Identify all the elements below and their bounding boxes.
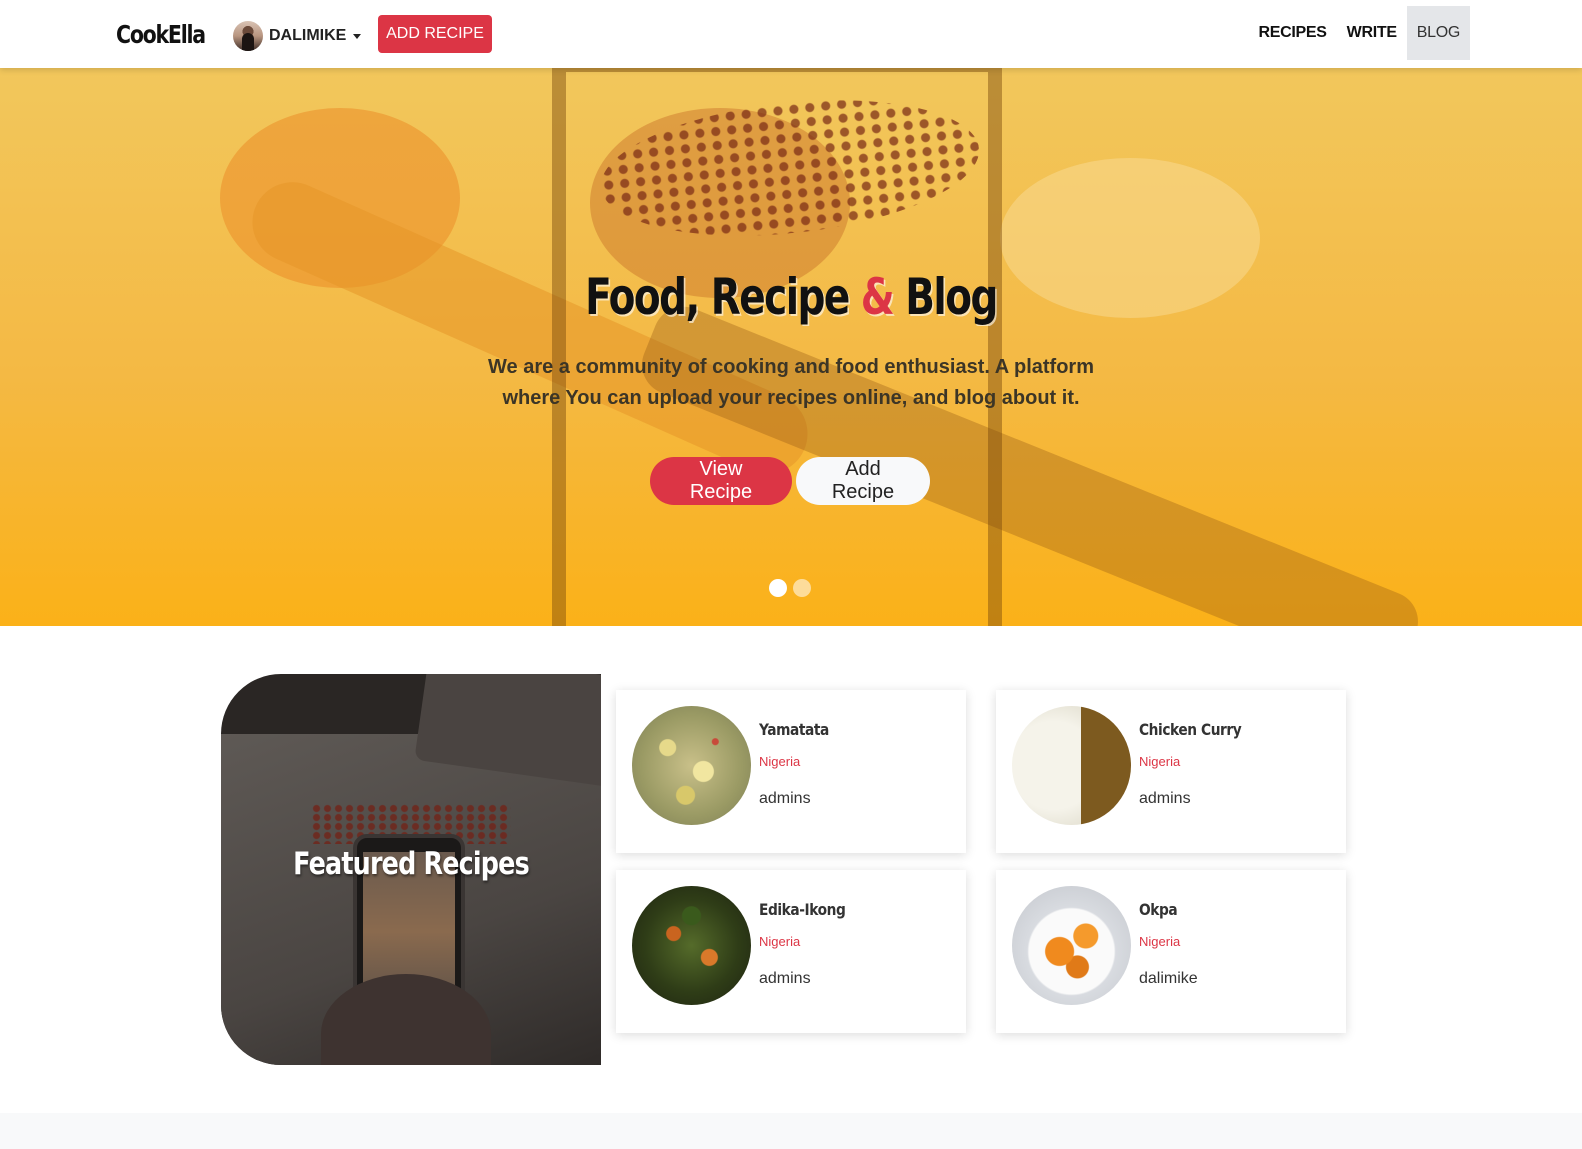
recipe-card[interactable]: Okpa Nigeria dalimike [996,870,1346,1033]
recipe-author: dalimike [1139,970,1198,987]
carousel-dot-1[interactable] [769,579,787,597]
featured-title: Featured Recipes [293,846,530,882]
recipe-thumbnail [1012,706,1131,825]
nav-link-recipes[interactable]: RECIPES [1249,6,1337,60]
hero-carousel: Food, Recipe & Blog We are a community o… [0,68,1582,626]
recipe-country: Nigeria [1139,934,1181,949]
recipe-author: admins [1139,790,1191,807]
recipe-country: Nigeria [1139,754,1181,769]
hero-subtitle: We are a community of cooking and food e… [488,356,1094,409]
recipe-card[interactable]: Yamatata Nigeria admins [616,690,966,853]
avatar [233,21,263,51]
hero-title-ampersand: & [860,268,895,326]
recipe-name: Okpa [1139,900,1178,919]
recipe-name: Yamatata [759,720,829,739]
hero-buttons: View Recipe Add Recipe [650,457,930,505]
add-recipe-button[interactable]: ADD RECIPE [378,15,492,53]
add-recipe-hero-button[interactable]: Add Recipe [796,457,930,505]
recipe-thumbnail [1012,886,1131,1005]
featured-recipes-banner: Featured Recipes [221,674,601,1065]
brand-logo[interactable]: CookElla [116,20,206,49]
hero-title-part: Blog [893,268,998,326]
recipe-thumbnail [632,706,751,825]
navbar: CookElla DALIMIKE ADD RECIPE RECIPES WRI… [0,0,1582,68]
recipe-thumbnail [632,886,751,1005]
nav-link-blog[interactable]: BLOG [1406,6,1470,60]
nav-link-write[interactable]: WRITE [1337,6,1407,60]
user-menu-dropdown[interactable]: DALIMIKE [233,21,362,51]
recipe-country: Nigeria [759,934,801,949]
footer-strip [0,1113,1582,1149]
view-recipe-button[interactable]: View Recipe [650,457,792,505]
recipe-author: admins [759,790,811,807]
recipe-author: admins [759,970,811,987]
recipe-card[interactable]: Edika-Ikong Nigeria admins [616,870,966,1033]
hero-title-part: Food, Recipe [585,268,861,326]
hero-background-shape [552,68,1002,626]
hero-title: Food, Recipe & Blog [174,268,1408,326]
recipe-country: Nigeria [759,754,801,769]
caret-down-icon [353,33,362,39]
recipe-name: Chicken Curry [1139,720,1242,739]
carousel-indicators [769,579,811,597]
recipe-card[interactable]: Chicken Curry Nigeria admins [996,690,1346,853]
user-name: DALIMIKE [269,27,347,44]
recipe-name: Edika-Ikong [759,900,846,919]
nav-links: RECIPES WRITE BLOG [1249,6,1470,60]
carousel-dot-2[interactable] [793,579,811,597]
